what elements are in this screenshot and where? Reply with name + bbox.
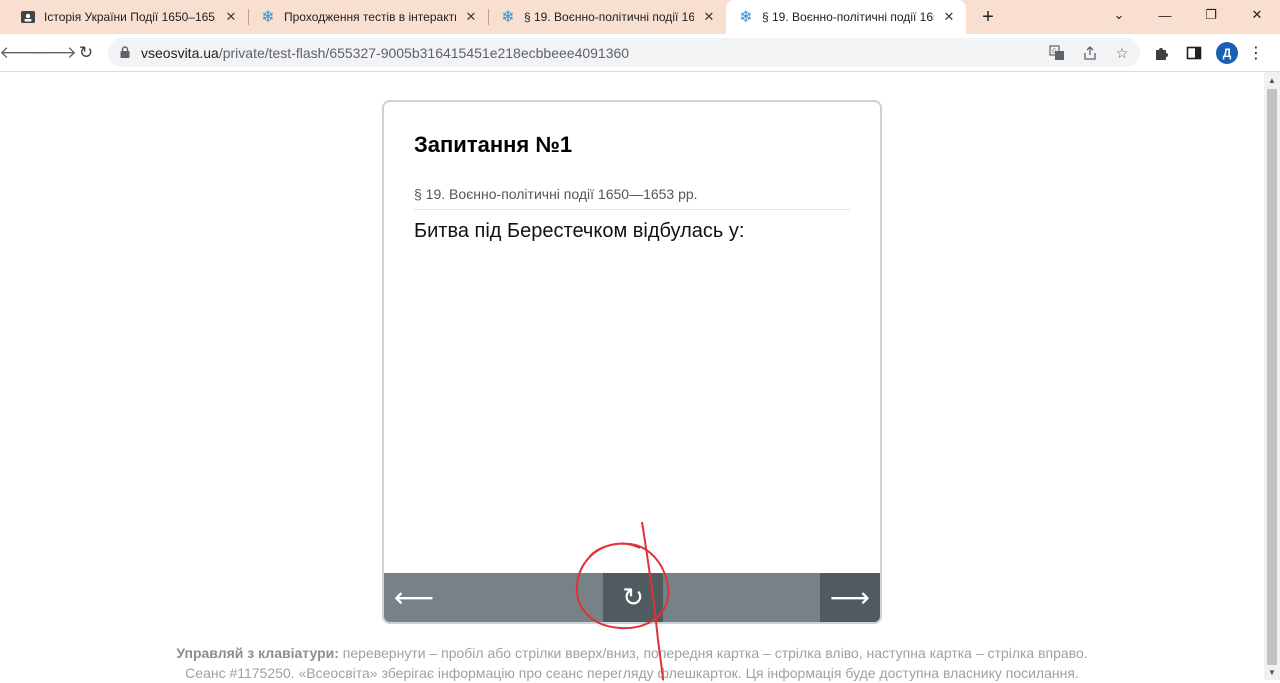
minimize-button[interactable]: — — [1142, 0, 1188, 30]
close-icon[interactable]: ✕ — [700, 8, 718, 26]
reload-button[interactable]: ↻ — [72, 39, 100, 67]
close-icon[interactable]: ✕ — [940, 8, 958, 26]
tab-title: Проходження тестів в інтеракти — [284, 10, 456, 24]
flashcard[interactable]: Запитання №1 § 19. Воєнно-політичні поді… — [382, 100, 882, 624]
tab-search-button[interactable]: ⌄ — [1096, 0, 1142, 30]
menu-icon[interactable]: ⋮ — [1246, 43, 1266, 63]
tab-3[interactable]: ❄ § 19. Воєнно-політичні події 165 ✕ — [488, 0, 726, 34]
card-heading: Запитання №1 — [414, 132, 573, 157]
close-icon[interactable]: ✕ — [462, 8, 480, 26]
close-icon[interactable]: ✕ — [222, 8, 240, 26]
card-controls: ⟵ ↻ ⟶ — [384, 573, 880, 622]
keyboard-hint-label: Управляй з клавіатури: — [176, 645, 339, 661]
page-scrollbar[interactable]: ▲ ▼ — [1264, 72, 1280, 680]
keyboard-hint-line: Управляй з клавіатури: перевернути – про… — [0, 643, 1264, 663]
tab-title: § 19. Воєнно-політичні події 165 — [524, 10, 694, 24]
keyboard-hint-text: перевернути – пробіл або стрілки вверх/в… — [338, 645, 1088, 661]
svg-text:G: G — [1052, 48, 1057, 55]
scroll-up-arrow-icon[interactable]: ▲ — [1264, 72, 1280, 88]
restore-button[interactable]: ❐ — [1188, 0, 1234, 30]
rotate-icon: ↻ — [622, 582, 644, 612]
card-question: Битва під Берестечком відбулась у: — [414, 220, 745, 242]
snowflake-icon: ❄ — [739, 9, 753, 26]
tab-title: § 19. Воєнно-політичні події 165 — [762, 10, 934, 24]
session-info-line: Сеанс #1175250. «Всеосвіта» зберігає інф… — [185, 665, 1079, 681]
side-panel-icon[interactable] — [1184, 43, 1204, 63]
bookmark-star-icon[interactable]: ☆ — [1113, 44, 1131, 62]
snowflake-icon: ❄ — [261, 9, 275, 26]
next-card-button[interactable]: ⟶ — [820, 573, 880, 622]
arrow-right-icon: ⟶ — [829, 582, 871, 613]
snowflake-icon: ❄ — [501, 9, 515, 26]
url-domain: vseosvita.ua — [141, 45, 219, 61]
tab-title: Історія України Події 1650–1651 — [44, 10, 216, 24]
scroll-thumb[interactable] — [1267, 89, 1277, 665]
scroll-down-arrow-icon[interactable]: ▼ — [1264, 664, 1280, 680]
forward-button[interactable]: 🡒 — [31, 39, 77, 67]
card-topic: § 19. Воєнно-політичні події 1650—1653 р… — [414, 186, 698, 202]
lock-icon — [120, 46, 130, 58]
url-path: /private/test-flash/655327-9005b31641545… — [218, 45, 630, 61]
url-text: vseosvita.ua/private/test-flash/655327-9… — [141, 45, 629, 61]
close-window-button[interactable]: ✕ — [1234, 0, 1280, 30]
tab-2[interactable]: ❄ Проходження тестів в інтеракти ✕ — [248, 0, 488, 34]
tab-4-active[interactable]: ❄ § 19. Воєнно-політичні події 165 ✕ — [726, 0, 966, 34]
classroom-icon — [20, 9, 36, 25]
translate-icon[interactable]: G — [1048, 44, 1066, 62]
address-bar[interactable]: vseosvita.ua/private/test-flash/655327-9… — [108, 38, 1140, 67]
share-icon[interactable] — [1081, 44, 1099, 62]
tab-1[interactable]: Історія України Події 1650–1651 ✕ — [8, 0, 248, 34]
flip-card-button[interactable]: ↻ — [603, 573, 663, 622]
tab-strip: Історія України Події 1650–1651 ✕ ❄ Прох… — [0, 0, 1280, 34]
arrow-left-icon: ⟵ — [393, 582, 435, 613]
extensions-icon[interactable] — [1152, 43, 1172, 63]
profile-avatar[interactable]: Д — [1216, 42, 1238, 64]
prev-card-button[interactable]: ⟵ — [384, 573, 444, 622]
keyboard-hint-footer: Управляй з клавіатури: перевернути – про… — [0, 643, 1264, 683]
browser-toolbar: 🡐 🡒 ↻ vseosvita.ua/private/test-flash/65… — [0, 34, 1280, 72]
divider — [414, 209, 850, 210]
new-tab-button[interactable]: + — [976, 5, 1000, 29]
